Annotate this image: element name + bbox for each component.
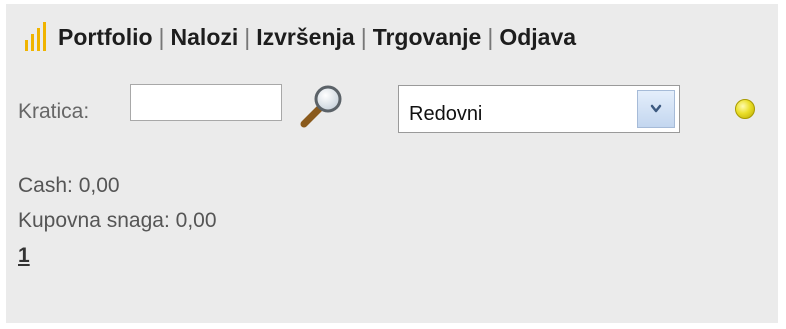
chevron-down-icon xyxy=(650,104,662,113)
buying-power-label: Kupovna snaga: xyxy=(18,209,170,232)
kratica-label: Kratica: xyxy=(18,100,90,123)
page-number-link[interactable]: 1 xyxy=(18,244,30,268)
nav-trgovanje-link[interactable]: Trgovanje xyxy=(373,24,482,51)
nav-portfolio-link[interactable]: Portfolio xyxy=(58,24,153,51)
buying-power-line: Kupovna snaga: 0,00 xyxy=(18,209,217,233)
magnifier-icon[interactable] xyxy=(296,84,346,130)
cash-value: 0,00 xyxy=(78,174,120,197)
cash-label: Cash: xyxy=(18,174,73,197)
main-panel: Portfolio | Nalozi | Izvršenja | Trgovan… xyxy=(6,4,778,323)
nav-separator: | xyxy=(487,23,494,50)
nav-separator: | xyxy=(244,23,251,50)
kratica-input[interactable] xyxy=(130,84,282,121)
cash-line: Cash: 0,00 xyxy=(18,174,120,198)
nav-separator: | xyxy=(360,23,367,50)
nav-nalozi-link[interactable]: Nalozi xyxy=(171,24,239,51)
dropdown-arrow-button[interactable] xyxy=(637,90,675,128)
top-navigation: Portfolio | Nalozi | Izvršenja | Trgovan… xyxy=(24,22,576,52)
nav-odjava-link[interactable]: Odjava xyxy=(499,24,576,51)
order-type-select[interactable]: Redovni xyxy=(398,85,680,133)
nav-separator: | xyxy=(158,23,165,50)
status-indicator-icon xyxy=(735,99,755,119)
bar-chart-logo-icon xyxy=(25,22,46,51)
order-type-selected-value: Redovni xyxy=(409,103,483,125)
nav-izvrsenja-link[interactable]: Izvršenja xyxy=(256,24,354,51)
buying-power-value: 0,00 xyxy=(175,209,217,232)
